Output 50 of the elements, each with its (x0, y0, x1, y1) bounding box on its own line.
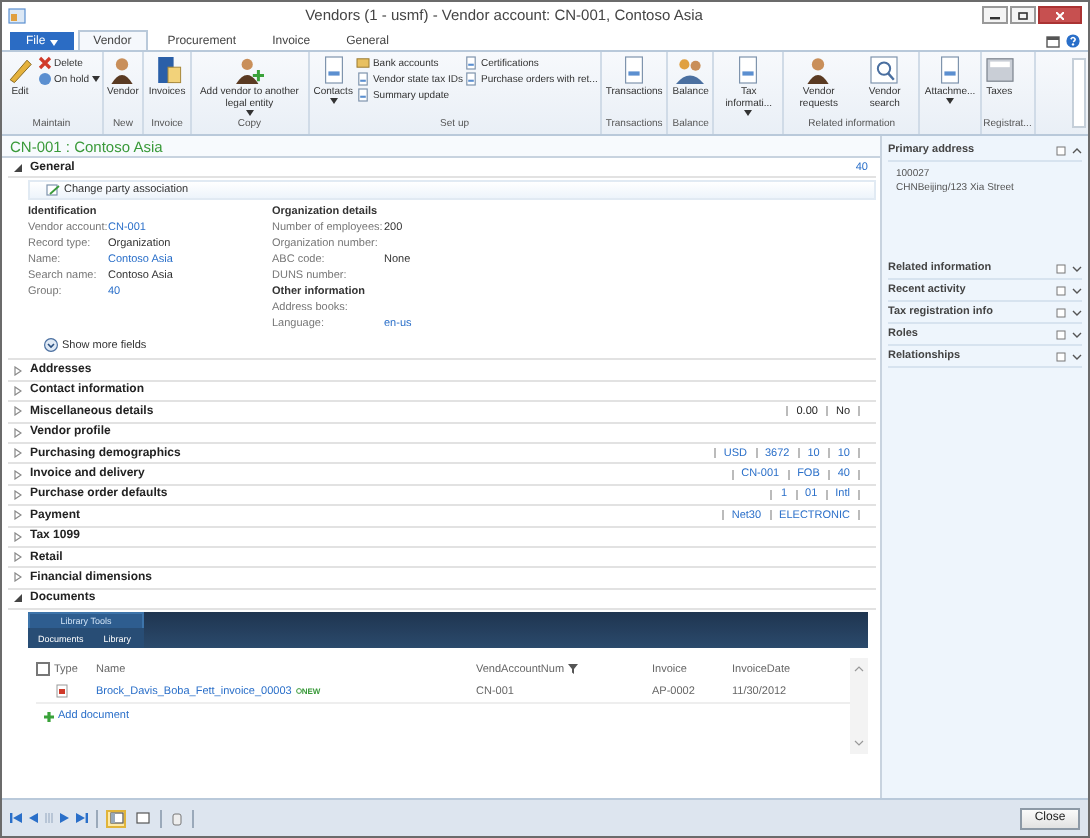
filter-icon (568, 664, 579, 675)
document-icon (936, 56, 964, 84)
view-mode-button[interactable] (106, 809, 126, 827)
window-icon (1056, 145, 1066, 155)
new-icon (295, 688, 302, 695)
app-icon (8, 7, 26, 23)
scroll-down-icon (854, 740, 864, 747)
person-plus-icon (235, 56, 264, 84)
chevron-circle-icon (44, 338, 58, 353)
close-icon (1056, 11, 1064, 19)
previous-record-icon (28, 812, 38, 824)
window-icon (1056, 263, 1066, 273)
close-window-button[interactable] (1038, 6, 1082, 24)
grid-icon (44, 812, 54, 824)
window-icon (135, 812, 149, 824)
select-all-checkbox[interactable] (36, 662, 50, 677)
document-edit-icon (46, 184, 60, 197)
minimize-button[interactable] (982, 6, 1008, 24)
form-view-icon (109, 812, 123, 824)
window-icon (1056, 329, 1066, 339)
maximize-button[interactable] (1010, 6, 1036, 24)
pdf-file-icon (56, 684, 68, 699)
circle-icon (38, 72, 52, 86)
pencil-icon (6, 56, 34, 84)
person-icon (804, 56, 833, 84)
document-icon (319, 56, 348, 84)
first-record-icon (10, 812, 22, 824)
search-icon (870, 56, 899, 84)
minimize-icon (990, 11, 1000, 19)
scroll-up-icon (854, 666, 864, 673)
calculator-icon (985, 56, 1014, 84)
plus-icon (44, 711, 54, 722)
people-icon (676, 56, 705, 84)
maximize-icon (1018, 11, 1028, 19)
book-icon (153, 56, 182, 84)
next-record-icon (60, 812, 70, 824)
window-icon (1056, 351, 1066, 361)
ribbon-scrollbar[interactable] (1072, 58, 1086, 128)
x-mark-icon (38, 56, 52, 70)
view-mode-button[interactable] (132, 809, 152, 827)
card-icon (356, 56, 371, 70)
document-icon (620, 56, 649, 84)
window-icon (1056, 285, 1066, 295)
vertical-scrollbar[interactable] (850, 658, 868, 755)
last-record-icon (76, 812, 88, 824)
caret-icon (49, 39, 58, 45)
document-icon (734, 56, 763, 84)
person-icon (108, 56, 137, 84)
window-icon (1056, 307, 1066, 317)
window-icon (1046, 35, 1060, 47)
